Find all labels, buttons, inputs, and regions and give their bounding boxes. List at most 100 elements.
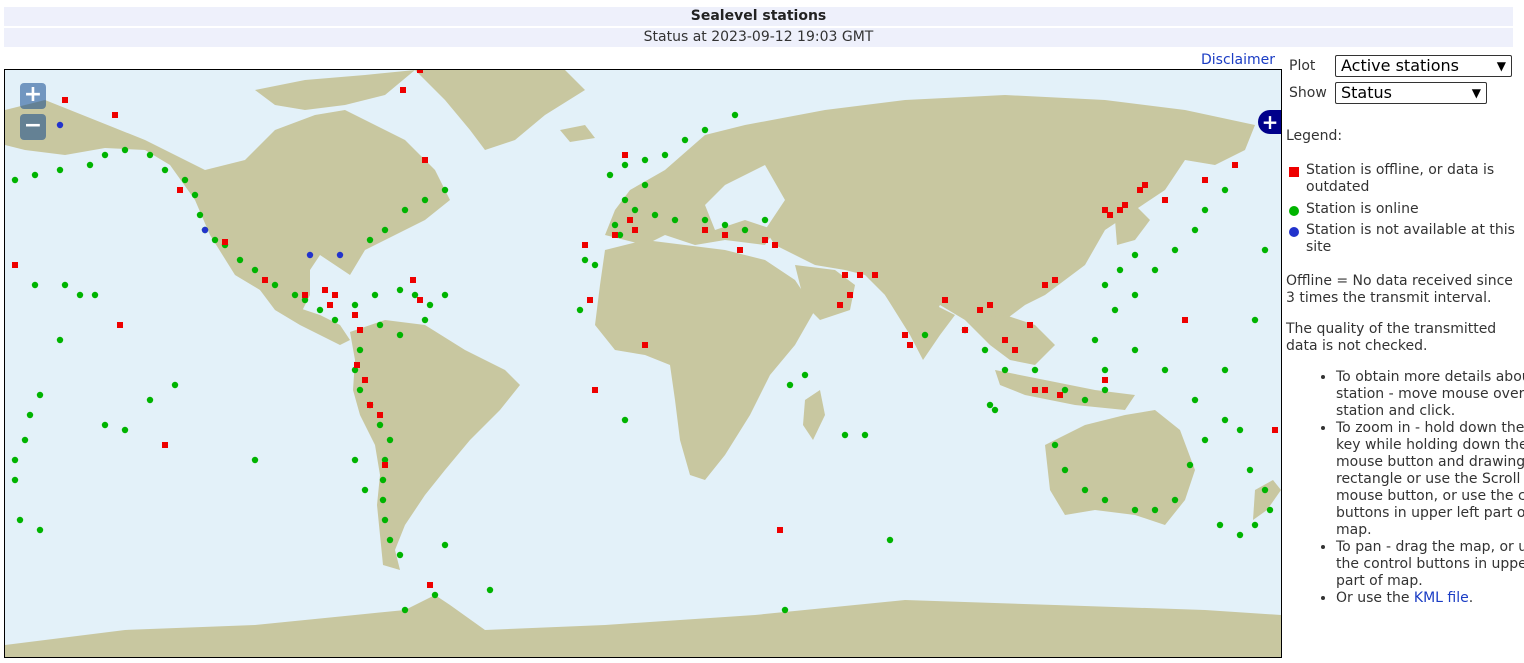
station-marker[interactable] bbox=[396, 286, 404, 294]
station-marker[interactable] bbox=[56, 336, 64, 344]
station-marker[interactable] bbox=[101, 421, 109, 429]
station-marker[interactable] bbox=[762, 237, 768, 243]
station-marker[interactable] bbox=[146, 151, 154, 159]
station-marker[interactable] bbox=[1091, 336, 1099, 344]
station-marker[interactable] bbox=[417, 70, 423, 73]
station-marker[interactable] bbox=[377, 412, 383, 418]
station-marker[interactable] bbox=[367, 402, 373, 408]
show-select[interactable]: Status ▼ bbox=[1335, 82, 1487, 104]
station-marker[interactable] bbox=[11, 176, 19, 184]
station-marker[interactable] bbox=[1221, 366, 1229, 374]
station-marker[interactable] bbox=[761, 216, 769, 224]
station-marker[interactable] bbox=[651, 211, 659, 219]
station-marker[interactable] bbox=[1251, 316, 1259, 324]
station-marker[interactable] bbox=[16, 516, 24, 524]
station-marker[interactable] bbox=[421, 316, 429, 324]
station-marker[interactable] bbox=[1057, 392, 1063, 398]
station-marker[interactable] bbox=[262, 277, 268, 283]
station-marker[interactable] bbox=[772, 242, 778, 248]
station-marker[interactable] bbox=[86, 161, 94, 169]
station-marker[interactable] bbox=[386, 536, 394, 544]
station-marker[interactable] bbox=[302, 292, 308, 298]
station-marker[interactable] bbox=[1131, 291, 1139, 299]
station-marker[interactable] bbox=[737, 247, 743, 253]
station-marker[interactable] bbox=[352, 312, 358, 318]
layer-switcher-icon[interactable]: + bbox=[1258, 110, 1281, 134]
station-marker[interactable] bbox=[201, 226, 209, 234]
zoom-in-icon[interactable]: + bbox=[20, 83, 46, 109]
station-marker[interactable] bbox=[376, 321, 384, 329]
station-marker[interactable] bbox=[1107, 212, 1113, 218]
station-marker[interactable] bbox=[11, 456, 19, 464]
station-marker[interactable] bbox=[36, 526, 44, 534]
station-marker[interactable] bbox=[1201, 206, 1209, 214]
station-marker[interactable] bbox=[1186, 461, 1194, 469]
station-marker[interactable] bbox=[1171, 246, 1179, 254]
station-marker[interactable] bbox=[196, 211, 204, 219]
zoom-out-icon[interactable]: − bbox=[20, 114, 46, 140]
station-marker[interactable] bbox=[31, 171, 39, 179]
station-marker[interactable] bbox=[986, 401, 994, 409]
station-marker[interactable] bbox=[641, 181, 649, 189]
station-marker[interactable] bbox=[26, 411, 34, 419]
station-marker[interactable] bbox=[1162, 197, 1168, 203]
station-marker[interactable] bbox=[426, 301, 434, 309]
station-marker[interactable] bbox=[396, 551, 404, 559]
station-marker[interactable] bbox=[786, 381, 794, 389]
station-marker[interactable] bbox=[1032, 387, 1038, 393]
station-marker[interactable] bbox=[56, 166, 64, 174]
station-marker[interactable] bbox=[1216, 521, 1224, 529]
station-marker[interactable] bbox=[587, 297, 593, 303]
station-marker[interactable] bbox=[211, 236, 219, 244]
station-marker[interactable] bbox=[306, 251, 314, 259]
station-marker[interactable] bbox=[121, 426, 129, 434]
station-marker[interactable] bbox=[621, 416, 629, 424]
station-marker[interactable] bbox=[621, 161, 629, 169]
station-marker[interactable] bbox=[702, 227, 708, 233]
station-marker[interactable] bbox=[91, 291, 99, 299]
station-marker[interactable] bbox=[1261, 246, 1269, 254]
station-marker[interactable] bbox=[382, 462, 388, 468]
station-marker[interactable] bbox=[1042, 387, 1048, 393]
station-marker[interactable] bbox=[632, 227, 638, 233]
station-marker[interactable] bbox=[1061, 466, 1069, 474]
station-marker[interactable] bbox=[576, 306, 584, 314]
station-marker[interactable] bbox=[1111, 306, 1119, 314]
station-marker[interactable] bbox=[781, 606, 789, 614]
station-marker[interactable] bbox=[741, 226, 749, 234]
station-marker[interactable] bbox=[117, 322, 123, 328]
station-marker[interactable] bbox=[641, 156, 649, 164]
station-marker[interactable] bbox=[627, 217, 633, 223]
station-marker[interactable] bbox=[1001, 366, 1009, 374]
station-marker[interactable] bbox=[1031, 366, 1039, 374]
station-marker[interactable] bbox=[701, 126, 709, 134]
station-marker[interactable] bbox=[1052, 277, 1058, 283]
station-marker[interactable] bbox=[661, 151, 669, 159]
station-marker[interactable] bbox=[801, 371, 809, 379]
station-marker[interactable] bbox=[582, 242, 588, 248]
station-marker[interactable] bbox=[401, 206, 409, 214]
station-marker[interactable] bbox=[1201, 436, 1209, 444]
station-marker[interactable] bbox=[981, 346, 989, 354]
station-marker[interactable] bbox=[611, 221, 619, 229]
station-marker[interactable] bbox=[1232, 162, 1238, 168]
kml-file-link[interactable]: KML file bbox=[1414, 590, 1469, 606]
station-marker[interactable] bbox=[400, 87, 406, 93]
station-marker[interactable] bbox=[1131, 506, 1139, 514]
station-marker[interactable] bbox=[721, 221, 729, 229]
station-marker[interactable] bbox=[701, 216, 709, 224]
station-marker[interactable] bbox=[1122, 202, 1128, 208]
station-marker[interactable] bbox=[441, 541, 449, 549]
station-marker[interactable] bbox=[1266, 506, 1274, 514]
station-marker[interactable] bbox=[886, 536, 894, 544]
station-marker[interactable] bbox=[1151, 266, 1159, 274]
station-marker[interactable] bbox=[1221, 186, 1229, 194]
station-marker[interactable] bbox=[1042, 282, 1048, 288]
station-marker[interactable] bbox=[351, 301, 359, 309]
station-map[interactable]: + − + bbox=[4, 69, 1282, 658]
station-marker[interactable] bbox=[1101, 496, 1109, 504]
station-marker[interactable] bbox=[1081, 396, 1089, 404]
station-marker[interactable] bbox=[161, 166, 169, 174]
station-marker[interactable] bbox=[1081, 486, 1089, 494]
station-marker[interactable] bbox=[376, 421, 384, 429]
